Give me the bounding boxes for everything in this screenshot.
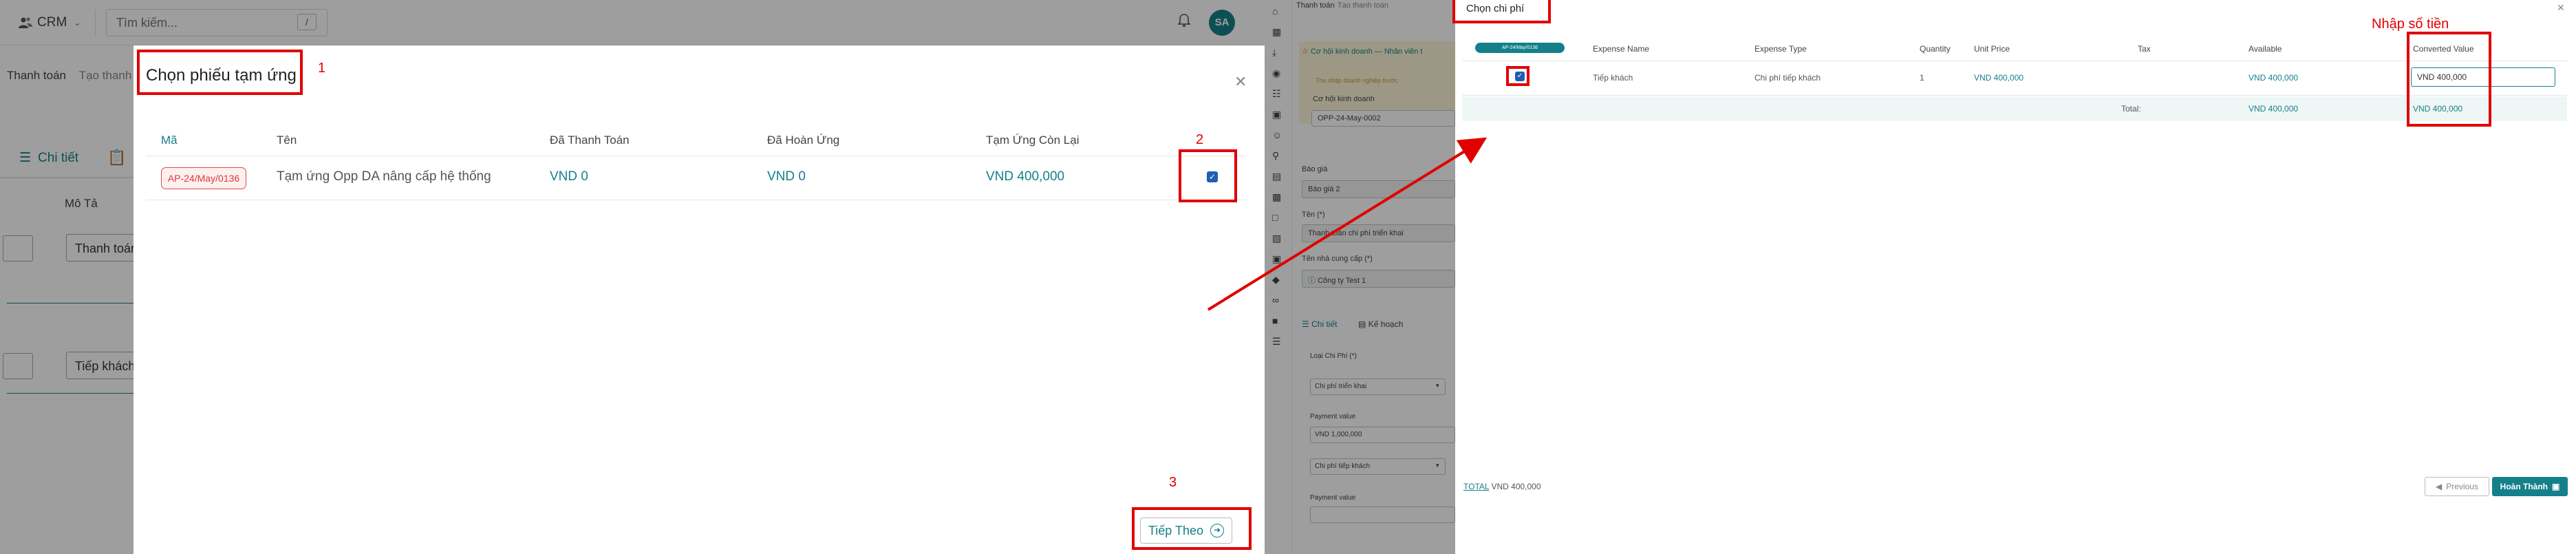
footer-total-value: VND 400,000 — [1491, 482, 1541, 491]
annotation-box-step2 — [1179, 149, 1237, 202]
advance-code-badge[interactable]: AP-24/May/0136 — [161, 167, 246, 189]
footer-total: TOTAL VND 400,000 — [1463, 482, 1541, 491]
annotation-box-title — [1452, 0, 1551, 23]
expense-type: Chi phí tiếp khách — [1754, 73, 1821, 83]
advance-remaining: VND 400,000 — [986, 169, 1065, 184]
save-icon: ▣ — [2551, 482, 2560, 491]
expense-quantity: 1 — [1920, 73, 1924, 83]
annotation-enter-amount: Nhập số tiền — [2372, 17, 2449, 32]
annotation-number-1: 1 — [318, 61, 326, 76]
previous-button[interactable]: ◀ Previous — [2425, 477, 2489, 496]
close-icon[interactable]: ✕ — [2557, 2, 2565, 14]
finish-button[interactable]: Hoàn Thành ▣ — [2492, 477, 2568, 496]
column-header-expense-type: Expense Type — [1754, 44, 1807, 54]
total-available: VND 400,000 — [2248, 104, 2299, 114]
annotation-box-step3 — [1132, 507, 1252, 550]
column-header-tax: Tax — [2138, 44, 2151, 54]
right-screenshot: ⌂ ▦ ⤓ ◉ ☷ ▣ ☺ ⚲ ▤ ▩ □ ▨ ▣ ◆ ∞ ■ ☰ Thanh … — [1265, 0, 2576, 554]
expense-unit-price: VND 400,000 — [1974, 73, 2024, 83]
column-header-code: Mã — [161, 134, 178, 147]
advance-refunded: VND 0 — [767, 169, 806, 184]
total-row — [1462, 96, 2567, 121]
annotation-box-checkbox — [1506, 66, 1530, 86]
footer-total-label: TOTAL — [1463, 482, 1490, 491]
close-icon[interactable]: ✕ — [1234, 73, 1247, 91]
annotation-box-converted-value — [2407, 32, 2491, 127]
finish-button-label: Hoàn Thành — [2500, 482, 2548, 491]
advance-name: Tạm ứng Opp DA nâng cấp hệ thống — [277, 169, 491, 184]
column-header-refunded: Đã Hoàn Ứng — [767, 134, 840, 147]
expense-available: VND 400,000 — [2248, 73, 2299, 83]
column-header-paid: Đã Thanh Toán — [550, 134, 630, 147]
advance-selection-modal: Chọn phiếu tạm ứng ✕ Mã Tên Đã Thanh Toá… — [133, 45, 1265, 554]
annotation-box-step1 — [137, 50, 303, 95]
column-header-expense-name: Expense Name — [1593, 44, 1650, 54]
column-header-remaining: Tạm Ứng Còn Lại — [986, 134, 1080, 147]
column-header-quantity: Quantity — [1920, 44, 1951, 54]
annotation-number-2: 2 — [1196, 132, 1204, 147]
arrow-left-circle-icon: ◀ — [2436, 482, 2443, 491]
left-screenshot: CRM ⌄ / SA Thanh toán Tạo thanh ☰ Chi ti… — [0, 0, 1265, 554]
previous-button-label: Previous — [2446, 482, 2478, 491]
column-header-name: Tên — [277, 134, 297, 147]
total-label: Total: — [2121, 104, 2141, 114]
row-divider — [1462, 95, 2567, 96]
expense-name: Tiếp khách — [1593, 73, 1633, 83]
annotation-number-3: 3 — [1169, 475, 1177, 490]
advance-paid: VND 0 — [550, 169, 588, 184]
column-header-unit-price: Unit Price — [1974, 44, 2010, 54]
advance-code-badge: AP-24/May/0136 — [1475, 43, 1565, 53]
screenshot-root: CRM ⌄ / SA Thanh toán Tạo thanh ☰ Chi ti… — [0, 0, 2576, 554]
column-header-available: Available — [2248, 44, 2282, 54]
